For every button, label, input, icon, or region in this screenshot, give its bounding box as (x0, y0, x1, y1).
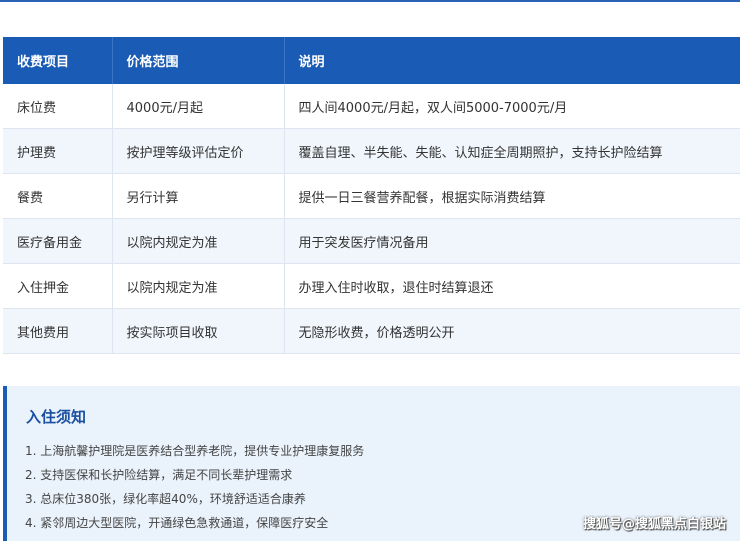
cell-item: 入住押金 (3, 263, 113, 309)
cell-item: 其他费用 (3, 308, 113, 354)
table-row: 入住押金 以院内规定为准 办理入住时收取，退住时结算退还 (3, 263, 740, 309)
notice-item: 2. 支持医保和长护险结算，满足不同长辈护理需求 (25, 468, 293, 482)
cell-note: 四人间4000元/月起，双人间5000-7000元/月 (284, 84, 740, 129)
cell-price: 按实际项目收取 (112, 308, 285, 354)
cell-note: 覆盖自理、半失能、失能、认知症全周期照护，支持长护险结算 (284, 128, 740, 174)
table-row: 床位费 4000元/月起 四人间4000元/月起，双人间5000-7000元/月 (3, 84, 740, 129)
notice-item: 3. 总床位380张，绿化率超40%，环境舒适适合康养 (25, 492, 306, 506)
notice-title: 入住须知 (26, 408, 87, 426)
table-row: 其他费用 按实际项目收取 无隐形收费，价格透明公开 (3, 308, 740, 354)
column-header-price: 价格范围 (112, 37, 285, 84)
top-divider (0, 0, 740, 2)
watermark: 搜狐号@搜狐黑点白银站 (582, 517, 726, 532)
cell-item: 床位费 (3, 84, 113, 129)
notice-item: 4. 紧邻周边大型医院，开通绿色急救通道，保障医疗安全 (25, 516, 329, 530)
column-header-note: 说明 (284, 37, 740, 84)
cell-price: 以院内规定为准 (112, 218, 285, 264)
cell-price: 4000元/月起 (112, 84, 285, 129)
cell-item: 护理费 (3, 128, 113, 174)
table-header-row: 收费项目 价格范围 说明 (3, 37, 740, 84)
notice-item: 1. 上海航馨护理院是医养结合型养老院，提供专业护理康复服务 (25, 444, 365, 458)
cell-item: 餐费 (3, 173, 113, 219)
cell-price: 按护理等级评估定价 (112, 128, 285, 174)
table-row: 护理费 按护理等级评估定价 覆盖自理、半失能、失能、认知症全周期照护，支持长护险… (3, 128, 740, 174)
table-row: 餐费 另行计算 提供一日三餐营养配餐，根据实际消费结算 (3, 173, 740, 219)
cell-price: 另行计算 (112, 173, 285, 219)
cell-note: 办理入住时收取，退住时结算退还 (284, 263, 740, 309)
cell-note: 用于突发医疗情况备用 (284, 218, 740, 264)
fee-table: 收费项目 价格范围 说明 床位费 4000元/月起 四人间4000元/月起，双人… (3, 37, 740, 354)
cell-item: 医疗备用金 (3, 218, 113, 264)
notice-list: 1. 上海航馨护理院是医养结合型养老院，提供专业护理康复服务 2. 支持医保和长… (25, 439, 364, 535)
cell-price: 以院内规定为准 (112, 263, 285, 309)
column-header-item: 收费项目 (3, 37, 113, 84)
table-row: 医疗备用金 以院内规定为准 用于突发医疗情况备用 (3, 218, 740, 264)
cell-note: 无隐形收费，价格透明公开 (284, 308, 740, 354)
cell-note: 提供一日三餐营养配餐，根据实际消费结算 (284, 173, 740, 219)
